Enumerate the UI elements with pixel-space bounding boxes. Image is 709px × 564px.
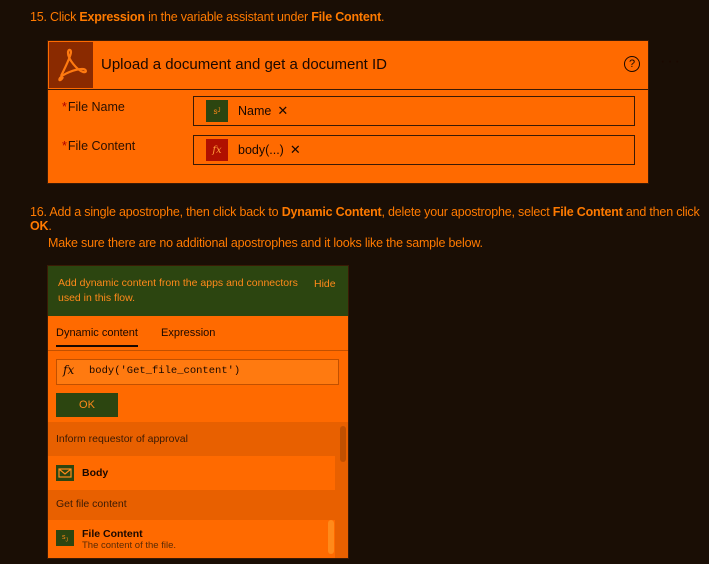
fx-icon: fx [206,139,228,161]
remove-token-icon[interactable]: ✕ [290,142,301,158]
tab-expression[interactable]: Expression [161,327,215,339]
dynamic-content-list: Inform requestor of approval Body Get fi… [48,422,348,558]
step-16-bold-ok: OK [30,219,49,233]
hide-link[interactable]: Hide [314,278,336,290]
scrollbar-thumb-secondary[interactable] [328,520,334,554]
card-title: Upload a document and get a document ID [101,56,388,73]
list-item-name: File Content [82,528,143,540]
step-16-bold-file-content: File Content [552,205,623,219]
card-header[interactable]: Upload a document and get a document ID … [48,41,680,90]
list-item-file-content[interactable]: sJ File Content The content of the file. [48,520,335,558]
step-15-mid: in the variable assistant under [144,10,312,24]
name-token-label: Name [238,104,272,118]
step-16-mid: , delete your apostrophe, select [381,205,553,219]
file-name-label: *File Name [62,100,125,114]
remove-token-icon[interactable]: ✕ [277,103,288,119]
scrollbar-thumb[interactable] [340,426,346,462]
fx-icon: fx [63,363,75,377]
step-15-prefix: 15. Click [30,10,80,24]
expression-text: body('Get_file_content') [89,365,241,377]
step-16-mid2: and then click [622,205,700,219]
list-item-body[interactable]: Body [48,456,335,490]
help-icon[interactable]: ? [624,56,640,72]
panel-message: Add dynamic content from the apps and co… [58,277,298,304]
acrobat-logo-icon [49,42,93,88]
panel-header: Add dynamic content from the apps and co… [48,266,348,316]
step-16-instruction: 16. Add a single apostrophe, then click … [30,205,709,233]
string-icon: sJ [206,100,228,122]
list-item-description: The content of the file. [82,540,177,551]
more-options-icon[interactable]: ··· [660,53,682,71]
step-16-prefix: 16. Add a single apostrophe, then click … [30,205,282,219]
required-marker: * [62,100,67,114]
panel-tabs: Dynamic content Expression [48,316,348,351]
expression-input[interactable]: fx body('Get_file_content') [56,359,339,385]
name-token[interactable]: sJ Name ✕ [206,100,288,122]
ok-button[interactable]: OK [56,393,118,417]
dynamic-content-panel: Add dynamic content from the apps and co… [47,265,349,559]
step-15-bold-file-content: File Content [311,10,382,24]
file-content-label: *File Content [62,139,135,153]
group-header: Get file content [56,498,127,510]
upload-document-action-card: Upload a document and get a document ID … [47,40,680,184]
step-15-instruction: 15. Click Expression in the variable ass… [30,10,385,24]
required-marker: * [62,139,67,153]
step-16-bold-dynamic-content: Dynamic Content [281,205,382,219]
step-15-suffix: . [381,10,385,24]
step-15-bold-expression: Expression [79,10,145,24]
list-item-name: Body [82,467,109,479]
body-token[interactable]: fx body(...) ✕ [206,139,301,161]
body-token-label: body(...) [238,143,284,157]
file-content-label-text: File Content [67,139,136,153]
step-16-note: Make sure there are no additional apostr… [48,236,483,250]
file-name-field[interactable]: sJ Name ✕ [193,96,635,126]
tab-dynamic-content[interactable]: Dynamic content [56,327,138,347]
string-icon: sJ [56,530,74,546]
file-name-label-text: File Name [67,100,125,114]
file-content-field[interactable]: fx body(...) ✕ [193,135,635,165]
mail-icon [56,465,74,481]
group-header: Inform requestor of approval [56,433,188,445]
step-16-suffix: . [48,219,52,233]
